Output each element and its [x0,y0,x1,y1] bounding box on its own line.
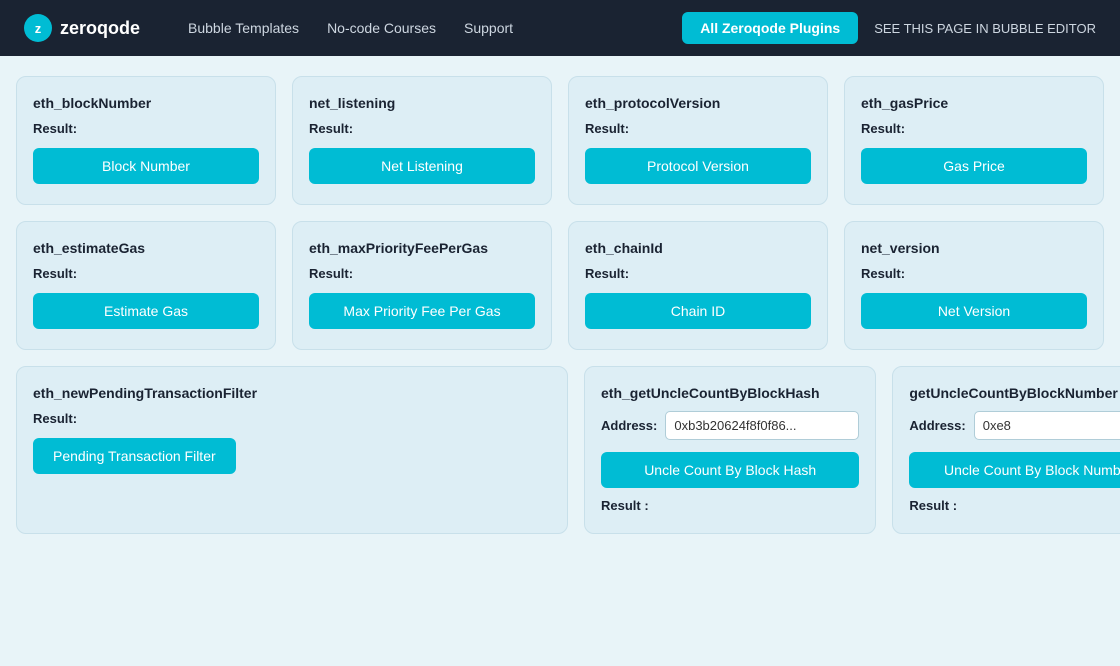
navigation: z zeroqode Bubble Templates No-code Cour… [0,0,1120,56]
uncle-count-number-button[interactable]: Uncle Count By Block Number [909,452,1120,488]
card-result-label: Result: [585,121,811,136]
card-title: eth_estimateGas [33,240,259,256]
card-title: net_version [861,240,1087,256]
block-number-button[interactable]: Block Number [33,148,259,184]
nav-nocode-courses[interactable]: No-code Courses [327,20,436,36]
net-listening-button[interactable]: Net Listening [309,148,535,184]
card-result-label: Result: [33,266,259,281]
card-result-label: Result: [585,266,811,281]
result-colon: Result : [601,498,859,513]
result-colon: Result : [909,498,1120,513]
logo-text: zeroqode [60,18,140,39]
estimate-gas-button[interactable]: Estimate Gas [33,293,259,329]
card-max-priority-fee: eth_maxPriorityFeePerGas Result: Max Pri… [292,221,552,350]
gas-price-button[interactable]: Gas Price [861,148,1087,184]
card-eth-blocknumber: eth_blockNumber Result: Block Number [16,76,276,205]
bubble-editor-link[interactable]: SEE THIS PAGE IN BUBBLE EDITOR [874,21,1096,36]
address-input[interactable] [665,411,859,440]
uncle-count-hash-button[interactable]: Uncle Count By Block Hash [601,452,859,488]
address-row: Address: [909,411,1120,440]
nav-links: Bubble Templates No-code Courses Support [188,20,513,36]
card-net-listening: net_listening Result: Net Listening [292,76,552,205]
card-result-label: Result: [33,121,259,136]
pending-tx-filter-button[interactable]: Pending Transaction Filter [33,438,236,474]
all-plugins-button[interactable]: All Zeroqode Plugins [682,12,858,44]
card-title: net_listening [309,95,535,111]
card-chain-id: eth_chainId Result: Chain ID [568,221,828,350]
card-title: getUncleCountByBlockNumber [909,385,1120,401]
cards-row1: eth_blockNumber Result: Block Number net… [16,76,1104,205]
card-title: eth_getUncleCountByBlockHash [601,385,859,401]
cards-row3: eth_newPendingTransactionFilter Result: … [16,366,1104,534]
cards-row2: eth_estimateGas Result: Estimate Gas eth… [16,221,1104,350]
card-net-version: net_version Result: Net Version [844,221,1104,350]
protocol-version-button[interactable]: Protocol Version [585,148,811,184]
card-protocol-version: eth_protocolVersion Result: Protocol Ver… [568,76,828,205]
card-title: eth_blockNumber [33,95,259,111]
card-result-label: Result: [309,121,535,136]
card-result-label: Result: [309,266,535,281]
nav-bubble-templates[interactable]: Bubble Templates [188,20,299,36]
card-title: eth_chainId [585,240,811,256]
card-pending-tx-filter: eth_newPendingTransactionFilter Result: … [16,366,568,534]
logo-icon: z [24,14,52,42]
chain-id-button[interactable]: Chain ID [585,293,811,329]
address-row: Address: [601,411,859,440]
card-uncle-count-block-hash: eth_getUncleCountByBlockHash Address: Un… [584,366,876,534]
address-input[interactable] [974,411,1120,440]
card-uncle-count-block-number: getUncleCountByBlockNumber Address: Uncl… [892,366,1120,534]
card-result-label: Result: [861,266,1087,281]
card-title: eth_newPendingTransactionFilter [33,385,551,401]
card-result-label: Result: [861,121,1087,136]
card-gas-price: eth_gasPrice Result: Gas Price [844,76,1104,205]
logo: z zeroqode [24,14,140,42]
main-content: eth_blockNumber Result: Block Number net… [0,56,1120,666]
address-label: Address: [601,418,657,433]
nav-right: All Zeroqode Plugins SEE THIS PAGE IN BU… [682,12,1096,44]
card-estimate-gas: eth_estimateGas Result: Estimate Gas [16,221,276,350]
card-title: eth_gasPrice [861,95,1087,111]
address-label: Address: [909,418,965,433]
card-result-label: Result: [33,411,551,426]
card-title: eth_maxPriorityFeePerGas [309,240,535,256]
nav-support[interactable]: Support [464,20,513,36]
max-priority-fee-button[interactable]: Max Priority Fee Per Gas [309,293,535,329]
net-version-button[interactable]: Net Version [861,293,1087,329]
card-title: eth_protocolVersion [585,95,811,111]
